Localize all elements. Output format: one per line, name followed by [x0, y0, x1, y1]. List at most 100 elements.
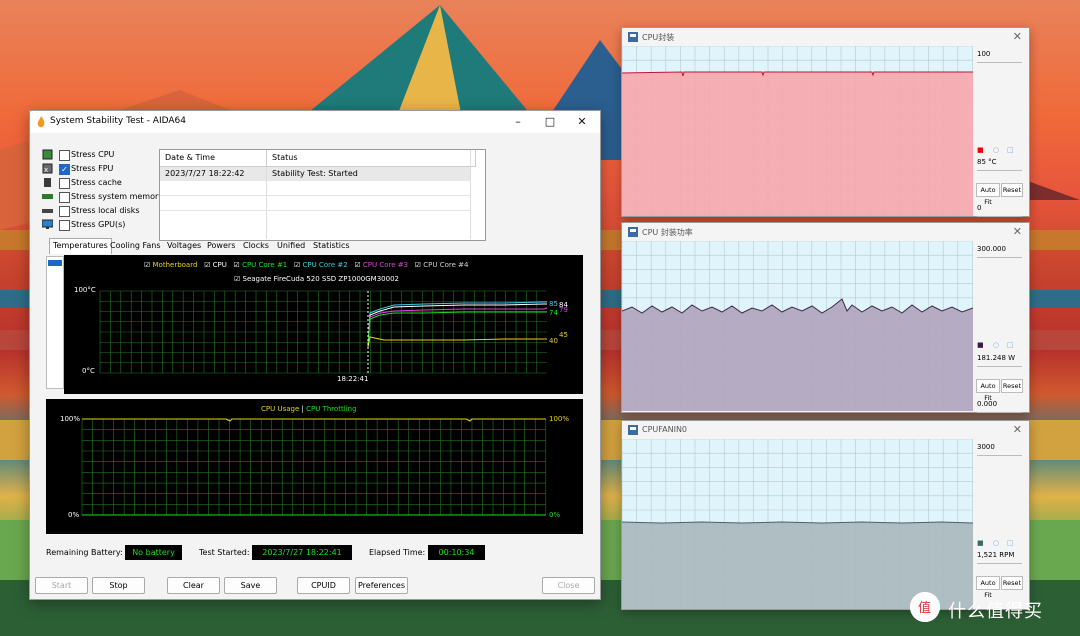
value-core-1: 74 [549, 309, 558, 317]
series-cpu [367, 303, 547, 348]
cpu-usage-graph: CPU Usage | CPU Throttling 100% 0% 100% … [46, 399, 583, 534]
close-icon[interactable]: ✕ [1013, 423, 1022, 436]
elapsed-label: Elapsed Time: [369, 548, 426, 557]
stress-gpu-option[interactable]: Stress GPU(s) [42, 218, 160, 232]
cache-icon [44, 178, 51, 187]
legend-motherboard[interactable]: Motherboard [153, 261, 198, 269]
sensor-title-bar[interactable]: CPUFANIN0 ✕ [622, 421, 1029, 439]
axis-max: 100 [977, 50, 1022, 63]
legend-core-2[interactable]: CPU Core #2 [302, 261, 347, 269]
save-button[interactable]: Save [224, 577, 277, 594]
circle-icon[interactable]: ○ [993, 341, 999, 349]
stress-disks-option[interactable]: Stress local disks [42, 204, 160, 218]
temp-x-label: 18:22:41 [337, 375, 369, 383]
tab-statistics[interactable]: Statistics [310, 239, 353, 253]
reset-button[interactable]: Reset [1001, 379, 1023, 393]
auto-fit-button[interactable]: Auto Fit [976, 379, 1000, 402]
disk-icon [42, 209, 53, 213]
legend-separator: | [301, 405, 304, 413]
auto-fit-button[interactable]: Auto Fit [976, 576, 1000, 599]
stress-memory-option[interactable]: Stress system memory [42, 190, 164, 204]
temp-y-top: 100°C [74, 286, 96, 294]
tab-cooling-fans[interactable]: Cooling Fans [107, 239, 164, 253]
legend-cpu[interactable]: CPU [213, 261, 227, 269]
sensor-title-bar[interactable]: CPU 封装功率 ✕ [622, 223, 1029, 241]
usage-grid [81, 418, 547, 516]
sensor-window-cpu-power: CPU 封装功率 ✕ 300.000 ■ ○ □ 181.248 W Auto … [621, 222, 1030, 413]
stress-disks-checkbox[interactable] [59, 206, 70, 217]
stress-cache-option[interactable]: Stress cache [42, 176, 160, 190]
battery-value: No battery [125, 545, 182, 560]
watermark-text: 什么值得买 [948, 601, 1043, 622]
stress-gpu-checkbox[interactable] [59, 220, 70, 231]
legend-ssd[interactable]: ☑ Seagate FireCuda 520 SSD ZP1000GM30002 [234, 275, 399, 283]
sensor-title: CPU封装 [642, 33, 675, 42]
square-icon[interactable]: □ [1007, 146, 1014, 154]
stress-memory-checkbox[interactable] [59, 192, 70, 203]
cpuid-button[interactable]: CPUID [297, 577, 350, 594]
series-core-1 [367, 311, 547, 348]
fpu-icon: x [42, 163, 53, 174]
value-ssd: 45 [559, 331, 568, 339]
tab-voltages[interactable]: Voltages [164, 239, 204, 253]
close-icon[interactable]: ✕ [1013, 225, 1022, 238]
close-icon[interactable]: ✕ [1013, 30, 1022, 43]
tab-powers[interactable]: Powers [204, 239, 238, 253]
col-header-status[interactable]: Status [267, 150, 476, 167]
temp-y-bottom: 0°C [82, 367, 95, 375]
memory-icon [42, 194, 53, 199]
minimize-button[interactable]: – [504, 113, 532, 131]
log-row-status[interactable]: Stability Test: Started [267, 167, 470, 181]
stress-fpu-checkbox[interactable]: ✓ [59, 164, 70, 175]
tab-unified[interactable]: Unified [274, 239, 308, 253]
square-icon[interactable]: □ [1007, 341, 1014, 349]
stop-button[interactable]: Stop [92, 577, 145, 594]
stress-gpu-label: Stress GPU(s) [71, 220, 126, 229]
sensor-list-selection[interactable] [48, 260, 62, 266]
tab-temperatures[interactable]: Temperatures [49, 238, 112, 254]
temperature-graph: ☑ Motherboard ☑ CPU ☑ CPU Core #1 ☑ CPU … [64, 255, 583, 394]
stress-cpu-checkbox[interactable] [59, 150, 70, 161]
title-bar[interactable]: System Stability Test - AIDA64 – □ ✕ [30, 111, 600, 133]
sensor-reading: 1,521 RPM [977, 551, 1022, 564]
legend-core-3[interactable]: CPU Core #3 [363, 261, 408, 269]
axis-min: 0 [977, 204, 1022, 217]
stop-indicator-icon[interactable]: ■ [977, 539, 984, 547]
circle-icon[interactable]: ○ [993, 146, 999, 154]
tab-clocks[interactable]: Clocks [240, 239, 272, 253]
column-divider [470, 150, 471, 239]
axis-max: 3000 [977, 443, 1022, 456]
usage-y-top-left: 100% [60, 415, 81, 423]
close-button[interactable]: Close [542, 577, 595, 594]
sensor-title-bar[interactable]: CPU封装 ✕ [622, 28, 1029, 46]
auto-fit-button[interactable]: Auto Fit [976, 183, 1000, 206]
sensor-list[interactable] [46, 256, 64, 389]
close-window-button[interactable]: ✕ [568, 113, 596, 131]
log-row-datetime[interactable]: 2023/7/27 18:22:42 [160, 167, 266, 181]
stress-fpu-option[interactable]: x ✓ Stress FPU [42, 162, 160, 176]
reset-button[interactable]: Reset [1001, 183, 1023, 197]
stop-indicator-icon[interactable]: ■ [977, 341, 984, 349]
legend-core-4[interactable]: CPU Core #4 [423, 261, 468, 269]
square-icon[interactable]: □ [1007, 539, 1014, 547]
start-button[interactable]: Start [35, 577, 88, 594]
axis-max: 300.000 [977, 245, 1022, 258]
stress-cache-checkbox[interactable] [59, 178, 70, 189]
maximize-button[interactable]: □ [536, 113, 564, 131]
preferences-button[interactable]: Preferences [355, 577, 408, 594]
clear-button[interactable]: Clear [167, 577, 220, 594]
legend-ssd-label: Seagate FireCuda 520 SSD ZP1000GM30002 [242, 275, 399, 283]
row-divider [160, 195, 470, 196]
stress-memory-label: Stress system memory [71, 192, 164, 201]
col-header-datetime[interactable]: Date & Time [160, 150, 267, 167]
circle-icon[interactable]: ○ [993, 539, 999, 547]
column-divider [266, 167, 267, 239]
legend-cpu-throttling: CPU Throttling [306, 405, 357, 413]
stress-disks-label: Stress local disks [71, 206, 140, 215]
stress-cpu-option[interactable]: Stress CPU [42, 148, 160, 162]
legend-core-1[interactable]: CPU Core #1 [242, 261, 287, 269]
reset-button[interactable]: Reset [1001, 576, 1023, 590]
stop-indicator-icon[interactable]: ■ [977, 146, 984, 154]
row-divider [160, 210, 470, 211]
stress-cache-label: Stress cache [71, 178, 122, 187]
